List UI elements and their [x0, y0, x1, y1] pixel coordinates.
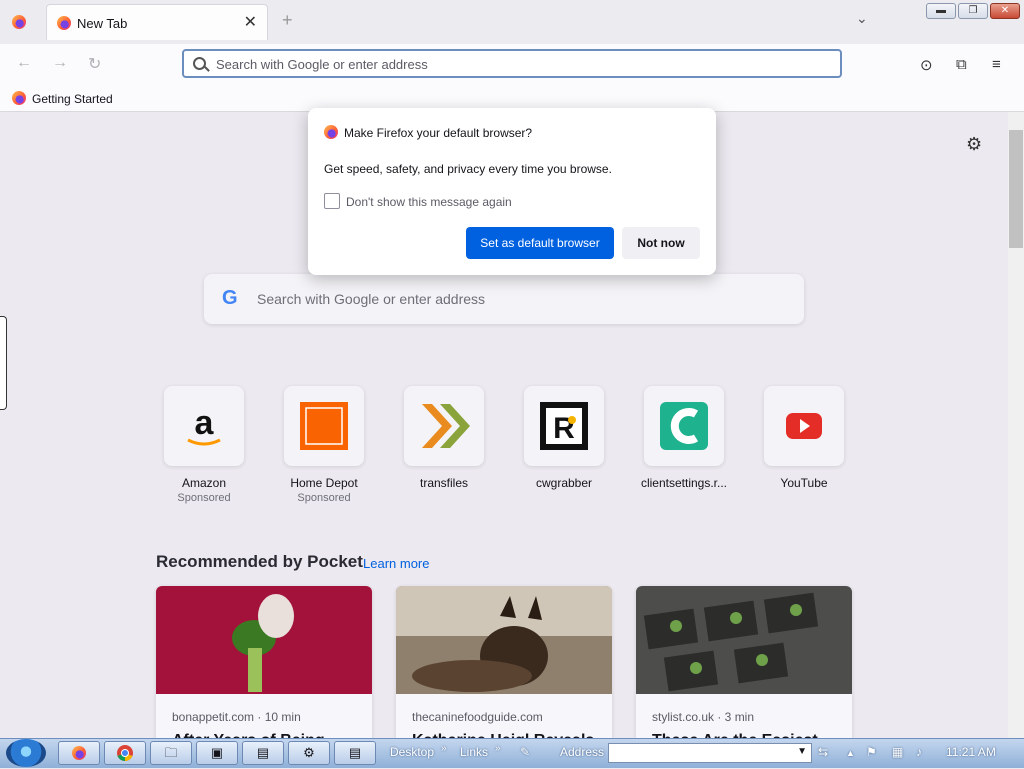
top-site-amazon[interactable]: a Amazon Sponsored [144, 386, 264, 504]
pocket-icon[interactable]: ⊙ [920, 56, 933, 74]
cwgrabber-icon: R [524, 386, 604, 466]
chevron-right-icon[interactable]: » [441, 743, 447, 754]
new-tab-button[interactable]: + [282, 10, 293, 31]
not-now-button[interactable]: Not now [622, 227, 700, 259]
sponsored-label: Sponsored [177, 492, 231, 504]
set-default-browser-button[interactable]: Set as default browser [466, 227, 614, 259]
notepad-icon: ▤ [256, 745, 270, 760]
side-panel-handle[interactable] [0, 316, 7, 410]
restore-button[interactable]: ❐ [958, 3, 988, 19]
card-image [636, 586, 852, 694]
firefox-bookmark-icon [12, 91, 26, 105]
taskbar-app[interactable]: ▣ [196, 741, 238, 765]
close-window-button[interactable]: ✕ [990, 3, 1020, 19]
gear-icon[interactable]: ⚙ [966, 134, 982, 155]
clientsettings-icon [644, 386, 724, 466]
tool-icon: ⚙ [303, 745, 315, 760]
pocket-card[interactable]: thecaninefoodguide.com Katherine Heigl R… [396, 586, 612, 746]
card-source: bonappetit.com · 10 min [172, 710, 301, 724]
youtube-icon [764, 386, 844, 466]
svg-text:a: a [195, 404, 215, 442]
chrome-icon [117, 745, 133, 762]
firefox-icon [72, 746, 86, 760]
bookmark-getting-started[interactable]: Getting Started [32, 92, 113, 106]
document-icon: ▤ [348, 745, 362, 760]
top-site-label: clientsettings.r... [640, 476, 728, 490]
top-site-clientsettings[interactable]: clientsettings.r... [624, 386, 744, 490]
top-site-label: Home Depot [290, 476, 358, 490]
card-source: stylist.co.uk · 3 min [652, 710, 755, 724]
tab-new-tab[interactable]: New Tab ✕ [46, 4, 268, 40]
monitor-icon: ▣ [210, 745, 224, 760]
dont-show-label[interactable]: Don't show this message again [346, 195, 512, 209]
amazon-icon: a [164, 386, 244, 466]
clock[interactable]: 11:21 AM [946, 745, 996, 759]
top-site-label: transfiles [419, 476, 469, 490]
start-button[interactable] [6, 739, 46, 767]
taskbar-tool[interactable]: ⚙ [288, 741, 330, 765]
dont-show-checkbox[interactable] [324, 193, 340, 209]
newtab-search-placeholder: Search with Google or enter address [257, 291, 486, 307]
top-site-cwgrabber[interactable]: R cwgrabber [504, 386, 624, 490]
pocket-card[interactable]: bonappetit.com · 10 min After Years of B… [156, 586, 372, 746]
network-flag-icon[interactable]: ⚑ [866, 745, 877, 759]
sponsored-label: Sponsored [297, 492, 351, 504]
chevron-right-icon[interactable]: » [495, 743, 501, 754]
dialog-title: Make Firefox your default browser? [344, 126, 533, 140]
top-site-label: YouTube [780, 476, 828, 490]
scrollbar-thumb[interactable] [1009, 130, 1023, 248]
address-label: Address [560, 745, 605, 759]
taskbar-document[interactable]: ▤ [334, 741, 376, 765]
show-hidden-icons[interactable]: ▲ [846, 748, 855, 758]
tab-bar: New Tab ✕ + ⌄ ▬ ❐ ✕ [0, 0, 1024, 44]
card-source: thecaninefoodguide.com [412, 710, 543, 724]
top-site-label: cwgrabber [535, 476, 593, 490]
taskbar-firefox[interactable] [58, 741, 100, 765]
links-toolbar[interactable]: Links [460, 745, 488, 759]
desktop-toolbar[interactable]: Desktop [390, 745, 434, 759]
top-site-transfiles[interactable]: transfiles [384, 386, 504, 490]
learn-more-link[interactable]: Learn more [363, 556, 429, 571]
firefox-icon [324, 125, 338, 139]
taskbar-notepad[interactable]: ▤ [242, 741, 284, 765]
chevron-down-icon[interactable]: ▼ [797, 746, 807, 757]
reload-icon[interactable]: ↻ [88, 54, 101, 74]
network-icon[interactable]: ▦ [892, 745, 903, 759]
address-input[interactable]: ▼ [608, 743, 812, 763]
transfiles-icon [404, 386, 484, 466]
top-site-home-depot[interactable]: Home Depot Sponsored [264, 386, 384, 504]
dialog-body: Get speed, safety, and privacy every tim… [324, 162, 612, 176]
newtab-search-box[interactable]: G Search with Google or enter address [204, 274, 804, 324]
top-site-youtube[interactable]: YouTube [744, 386, 864, 490]
minimize-button[interactable]: ▬ [926, 3, 956, 19]
tab-title: New Tab [77, 16, 128, 31]
card-image [156, 586, 372, 694]
menu-icon[interactable]: ≡ [992, 56, 1001, 73]
list-all-tabs-icon[interactable]: ⌄ [856, 10, 868, 27]
back-icon[interactable]: ← [16, 54, 32, 72]
pocket-heading: Recommended by Pocket [156, 552, 363, 571]
extensions-icon[interactable]: ⧉ [956, 56, 967, 73]
url-bar[interactable]: Search with Google or enter address [182, 49, 842, 78]
firefox-tab-icon [57, 16, 71, 30]
firefox-view-icon[interactable] [12, 15, 26, 29]
url-bar-placeholder: Search with Google or enter address [216, 57, 428, 72]
taskbar-explorer[interactable]: 🗀 [150, 741, 192, 765]
volume-icon[interactable]: ♪ [916, 745, 922, 759]
default-browser-dialog: Make Firefox your default browser? Get s… [308, 108, 716, 275]
go-icon[interactable]: ⇆ [818, 745, 828, 759]
google-icon: G [222, 287, 238, 309]
pocket-card[interactable]: stylist.co.uk · 3 min These Are the Easi… [636, 586, 852, 746]
home-depot-icon [284, 386, 364, 466]
close-tab-icon[interactable]: ✕ [244, 12, 257, 32]
search-icon [193, 57, 206, 70]
edit-icon[interactable]: ✎ [520, 745, 530, 759]
folder-icon: 🗀 [164, 745, 178, 760]
top-site-label: Amazon [181, 476, 227, 490]
forward-icon[interactable]: → [52, 54, 68, 72]
card-image [396, 586, 612, 694]
taskbar-chrome[interactable] [104, 741, 146, 765]
